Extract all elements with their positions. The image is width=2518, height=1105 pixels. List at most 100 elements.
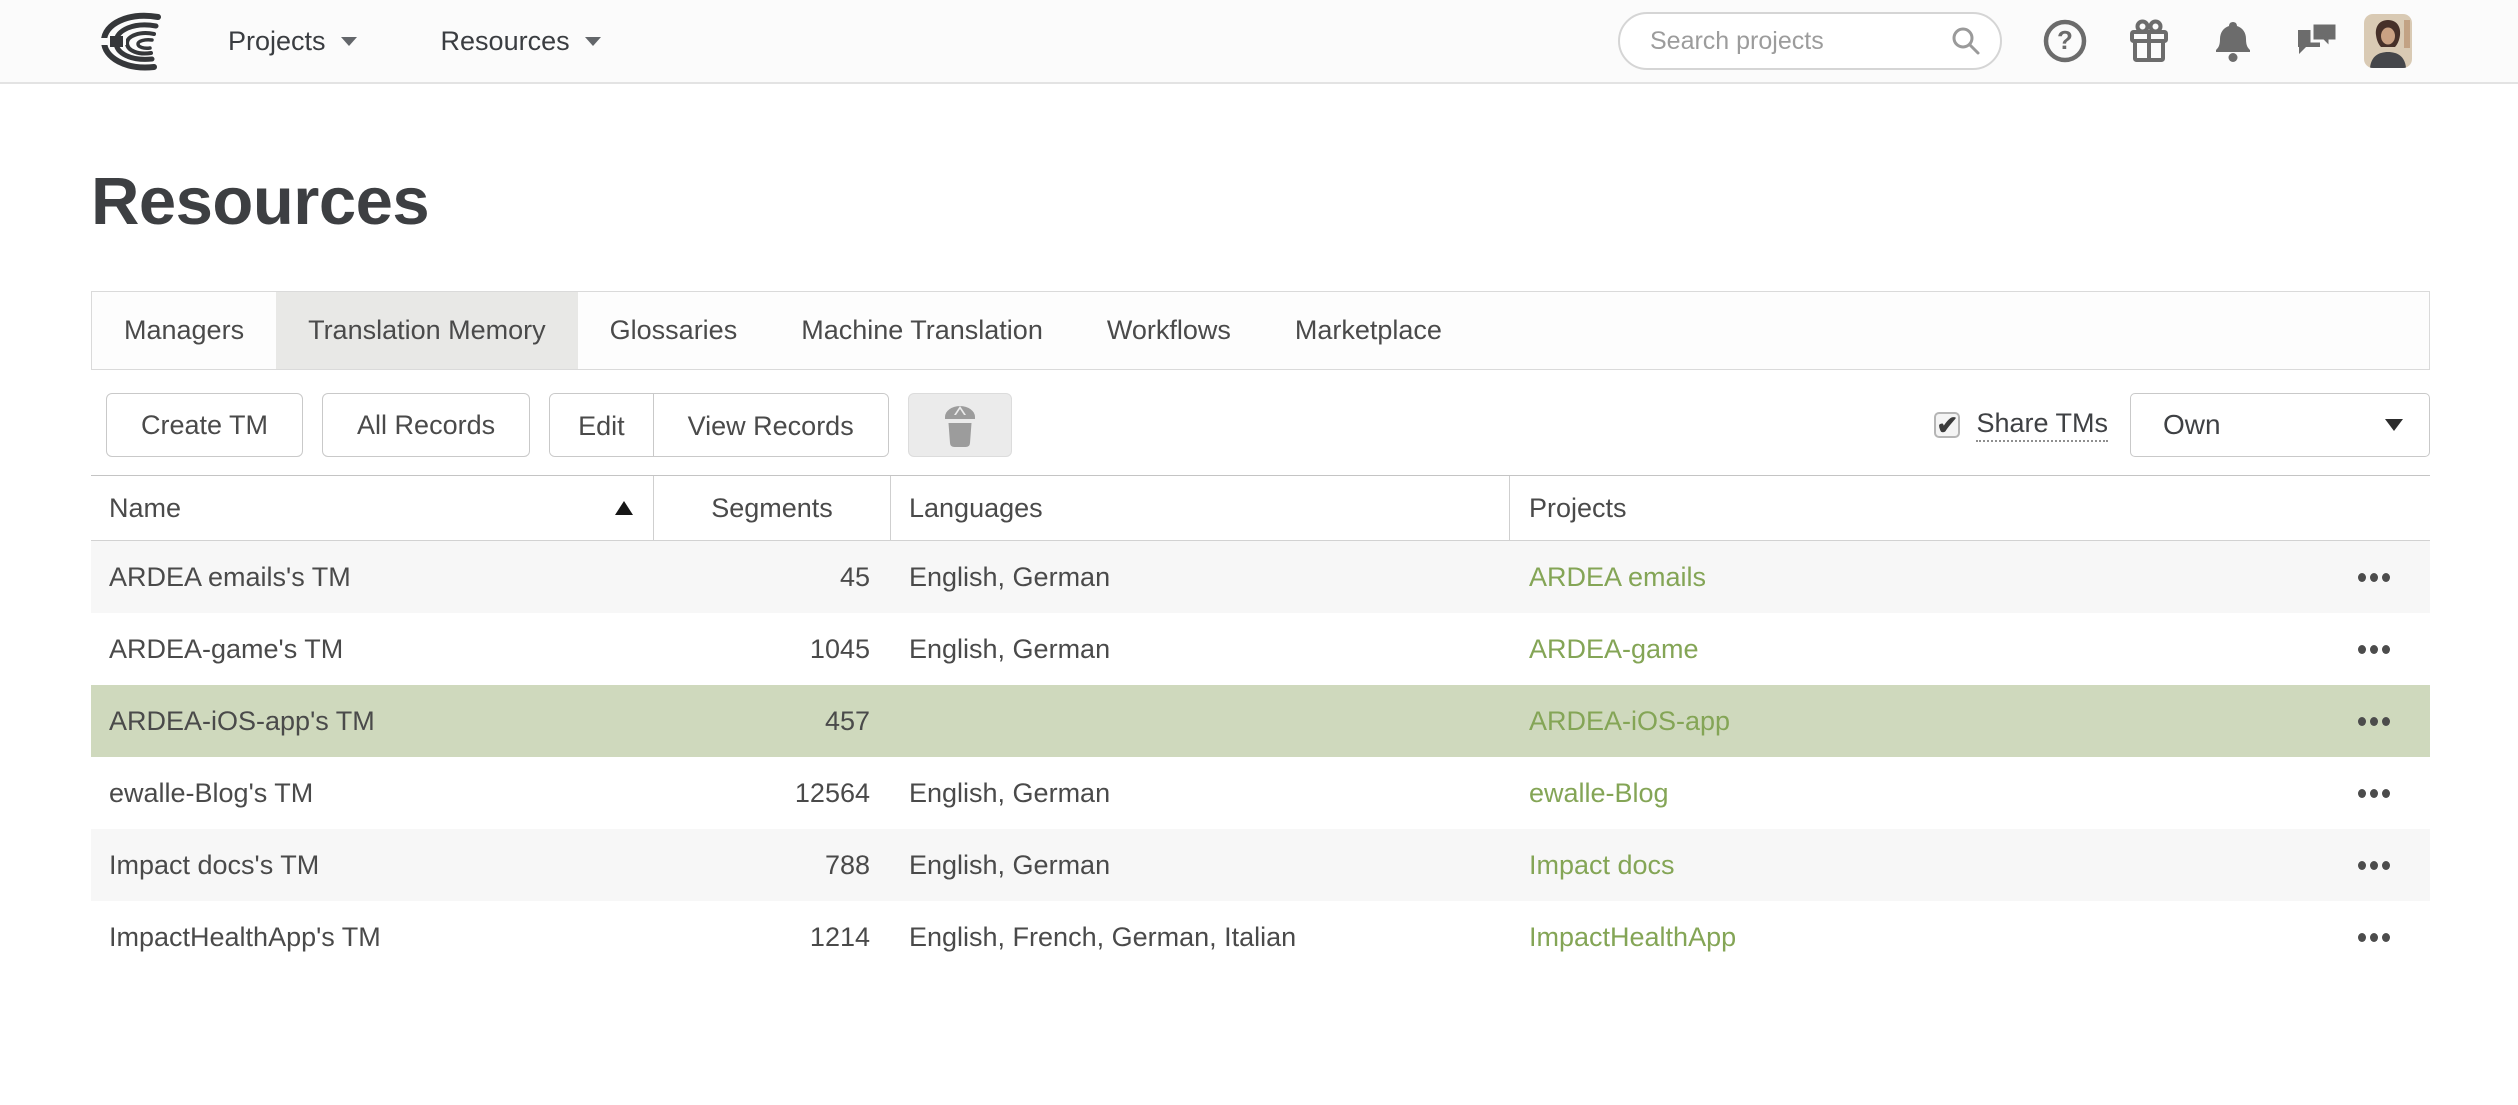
tm-name: ARDEA-iOS-app's TM: [91, 706, 654, 737]
ellipsis-dot: [2358, 573, 2366, 582]
edit-view-button-group: Edit View Records: [549, 393, 889, 457]
table-row[interactable]: ImpactHealthApp's TM 1214 English, Frenc…: [91, 901, 2430, 973]
create-tm-button[interactable]: Create TM: [106, 393, 303, 457]
tab-glossaries[interactable]: Glossaries: [578, 292, 770, 369]
resources-tab-bar: Managers Translation Memory Glossaries M…: [91, 291, 2430, 370]
row-actions-menu[interactable]: [2356, 563, 2392, 592]
ellipsis-dot: [2382, 573, 2390, 582]
column-header-projects[interactable]: Projects: [1510, 476, 2430, 540]
tm-projects-cell: ARDEA emails: [1510, 562, 2430, 593]
tm-name: ImpactHealthApp's TM: [91, 922, 654, 953]
bell-icon: [2210, 18, 2256, 64]
tm-languages: English, German: [891, 634, 1510, 665]
tm-name: Impact docs's TM: [91, 850, 654, 881]
gift-icon: [2126, 18, 2172, 64]
user-photo-icon: [2364, 14, 2412, 68]
ellipsis-dot: [2370, 861, 2378, 870]
user-avatar[interactable]: [2364, 14, 2412, 68]
chevron-down-icon: [341, 37, 357, 46]
row-actions-menu[interactable]: [2356, 923, 2392, 952]
chevron-down-icon: [585, 37, 601, 46]
search-icon[interactable]: [1950, 25, 1982, 57]
ellipsis-dot: [2358, 789, 2366, 798]
ellipsis-dot: [2370, 573, 2378, 582]
tm-name: ARDEA emails's TM: [91, 562, 654, 593]
view-records-button[interactable]: View Records: [653, 394, 888, 457]
tm-languages: English, German: [891, 850, 1510, 881]
project-link[interactable]: ARDEA-game: [1529, 634, 1699, 665]
search-projects-input[interactable]: [1618, 12, 2002, 70]
nav-menu-resources[interactable]: Resources: [441, 26, 601, 57]
tm-table-header: Name Segments Languages Projects: [91, 475, 2430, 541]
project-link[interactable]: ImpactHealthApp: [1529, 922, 1736, 953]
tm-scope-select[interactable]: Own: [2130, 393, 2430, 457]
tm-segments: 1045: [654, 634, 891, 665]
tm-segments: 1214: [654, 922, 891, 953]
row-actions-menu[interactable]: [2356, 851, 2392, 880]
share-tms-label[interactable]: Share TMs: [1976, 408, 2108, 442]
logo-notch: [110, 36, 123, 47]
tm-projects-cell: ImpactHealthApp: [1510, 922, 2430, 953]
tab-marketplace[interactable]: Marketplace: [1263, 292, 1474, 369]
gifts-button[interactable]: [2126, 18, 2172, 64]
all-records-button[interactable]: All Records: [322, 393, 530, 457]
ellipsis-dot: [2358, 933, 2366, 942]
edit-button[interactable]: Edit: [550, 394, 653, 457]
project-link[interactable]: ARDEA emails: [1529, 562, 1706, 593]
delete-tm-button[interactable]: [908, 393, 1012, 457]
ellipsis-dot: [2370, 717, 2378, 726]
sort-ascending-icon: [615, 501, 633, 515]
project-link[interactable]: Impact docs: [1529, 850, 1675, 881]
tm-toolbar: Create TM All Records Edit View Records …: [91, 393, 2430, 457]
ellipsis-dot: [2358, 645, 2366, 654]
ellipsis-dot: [2370, 789, 2378, 798]
tm-projects-cell: Impact docs: [1510, 850, 2430, 881]
messages-button[interactable]: [2294, 18, 2340, 64]
search-projects-box: [1618, 12, 2002, 70]
svg-text:?: ?: [2057, 25, 2073, 55]
column-header-name[interactable]: Name: [91, 476, 654, 540]
column-header-languages[interactable]: Languages: [891, 476, 1510, 540]
tm-toolbar-right: ✔ Share TMs Own: [1934, 393, 2430, 457]
table-row[interactable]: ARDEA-game's TM 1045 English, German ARD…: [91, 613, 2430, 685]
project-link[interactable]: ARDEA-iOS-app: [1529, 706, 1730, 737]
row-actions-menu[interactable]: [2356, 635, 2392, 664]
column-header-segments[interactable]: Segments: [654, 476, 891, 540]
project-link[interactable]: ewalle-Blog: [1529, 778, 1669, 809]
ellipsis-dot: [2382, 717, 2390, 726]
tm-name: ARDEA-game's TM: [91, 634, 654, 665]
row-actions-menu[interactable]: [2356, 707, 2392, 736]
nav-menu-projects[interactable]: Projects: [228, 26, 357, 57]
column-header-name-label: Name: [109, 493, 181, 524]
tm-languages: English, German: [891, 562, 1510, 593]
app-logo-icon[interactable]: [98, 10, 166, 74]
tab-managers[interactable]: Managers: [92, 292, 276, 369]
ellipsis-dot: [2382, 645, 2390, 654]
tm-segments: 788: [654, 850, 891, 881]
ellipsis-dot: [2358, 861, 2366, 870]
ellipsis-dot: [2382, 861, 2390, 870]
table-row-selected[interactable]: ARDEA-iOS-app's TM 457 ARDEA-iOS-app: [91, 685, 2430, 757]
share-tms-checkbox[interactable]: ✔: [1934, 412, 1960, 438]
tm-projects-cell: ARDEA-game: [1510, 634, 2430, 665]
tm-name: ewalle-Blog's TM: [91, 778, 654, 809]
page-title: Resources: [91, 158, 2430, 245]
tm-projects-cell: ARDEA-iOS-app: [1510, 706, 2430, 737]
notifications-button[interactable]: [2210, 18, 2256, 64]
table-row[interactable]: ewalle-Blog's TM 12564 English, German e…: [91, 757, 2430, 829]
tm-segments: 12564: [654, 778, 891, 809]
select-caret-icon: [2385, 419, 2403, 431]
tm-segments: 457: [654, 706, 891, 737]
tab-workflows[interactable]: Workflows: [1075, 292, 1263, 369]
tm-segments: 45: [654, 562, 891, 593]
tab-machine-translation[interactable]: Machine Translation: [769, 292, 1075, 369]
row-actions-menu[interactable]: [2356, 779, 2392, 808]
table-row[interactable]: Impact docs's TM 788 English, German Imp…: [91, 829, 2430, 901]
tab-translation-memory[interactable]: Translation Memory: [276, 292, 578, 369]
help-button[interactable]: ?: [2042, 18, 2088, 64]
table-row[interactable]: ARDEA emails's TM 45 English, German ARD…: [91, 541, 2430, 613]
top-navbar: Projects Resources ?: [0, 0, 2518, 84]
ellipsis-dot: [2370, 645, 2378, 654]
chat-bubbles-icon: [2294, 18, 2340, 64]
ellipsis-dot: [2382, 933, 2390, 942]
